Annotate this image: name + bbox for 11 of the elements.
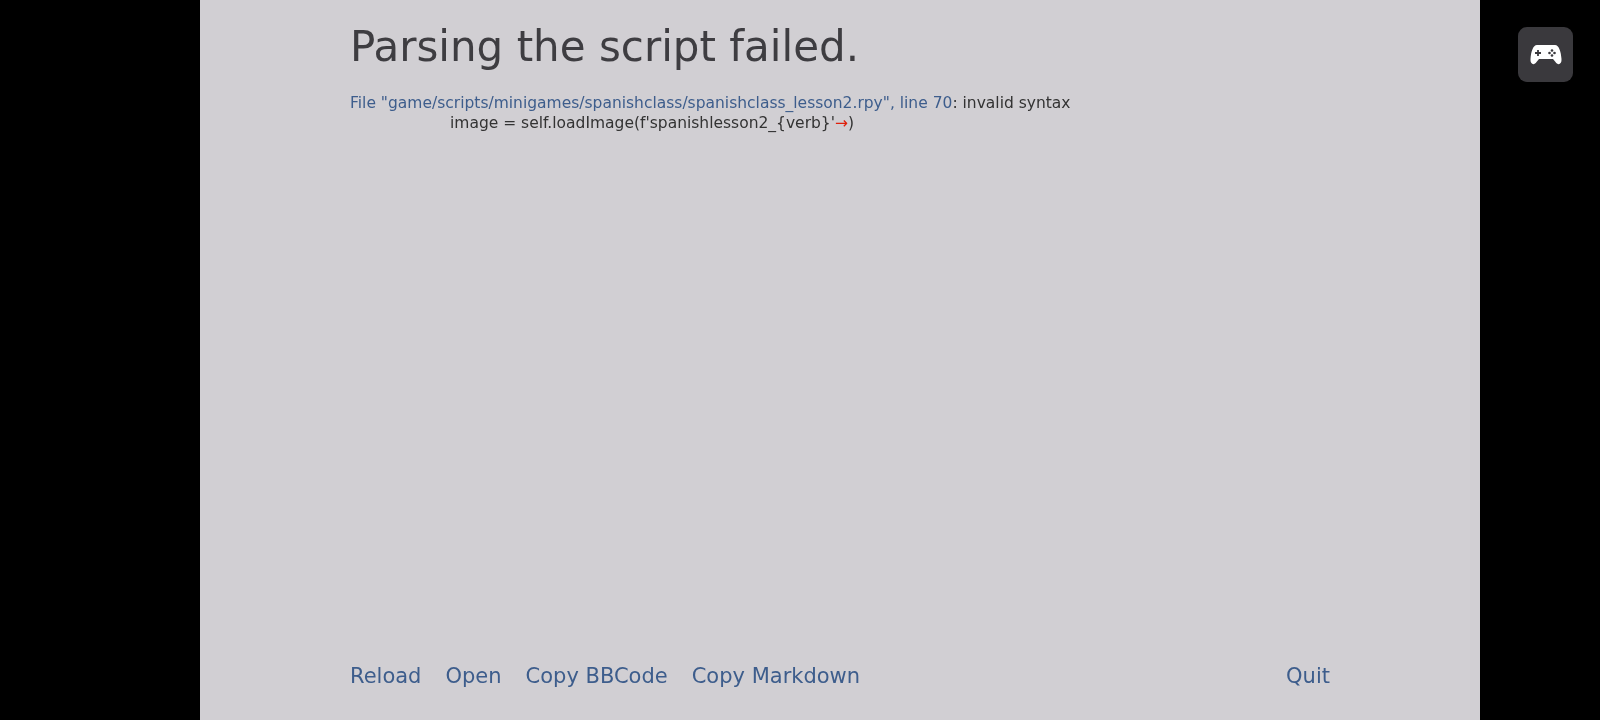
- gamepad-icon: [1529, 43, 1562, 66]
- code-line: image = self.loadImage(f'spanishlesson2_{verb}'→): [449, 113, 856, 133]
- error-title: Parsing the script failed.: [350, 22, 860, 71]
- file-link[interactable]: File "game/scripts/minigames/spanishclass/spanishclass_lesson2.rpy", line 70: [350, 94, 953, 112]
- action-button[interactable]: Reload: [350, 664, 422, 688]
- gamepad-button[interactable]: [1518, 27, 1573, 82]
- quit-button[interactable]: Quit: [1286, 664, 1330, 688]
- action-button[interactable]: Copy BBCode: [525, 664, 668, 688]
- error-message: File "game/scripts/minigames/spanishclass/spanishclass_lesson2.rpy", line 70: invalid syntax: [350, 93, 1072, 113]
- action-button[interactable]: Open: [445, 664, 502, 688]
- action-button[interactable]: Copy Markdown: [691, 664, 861, 688]
